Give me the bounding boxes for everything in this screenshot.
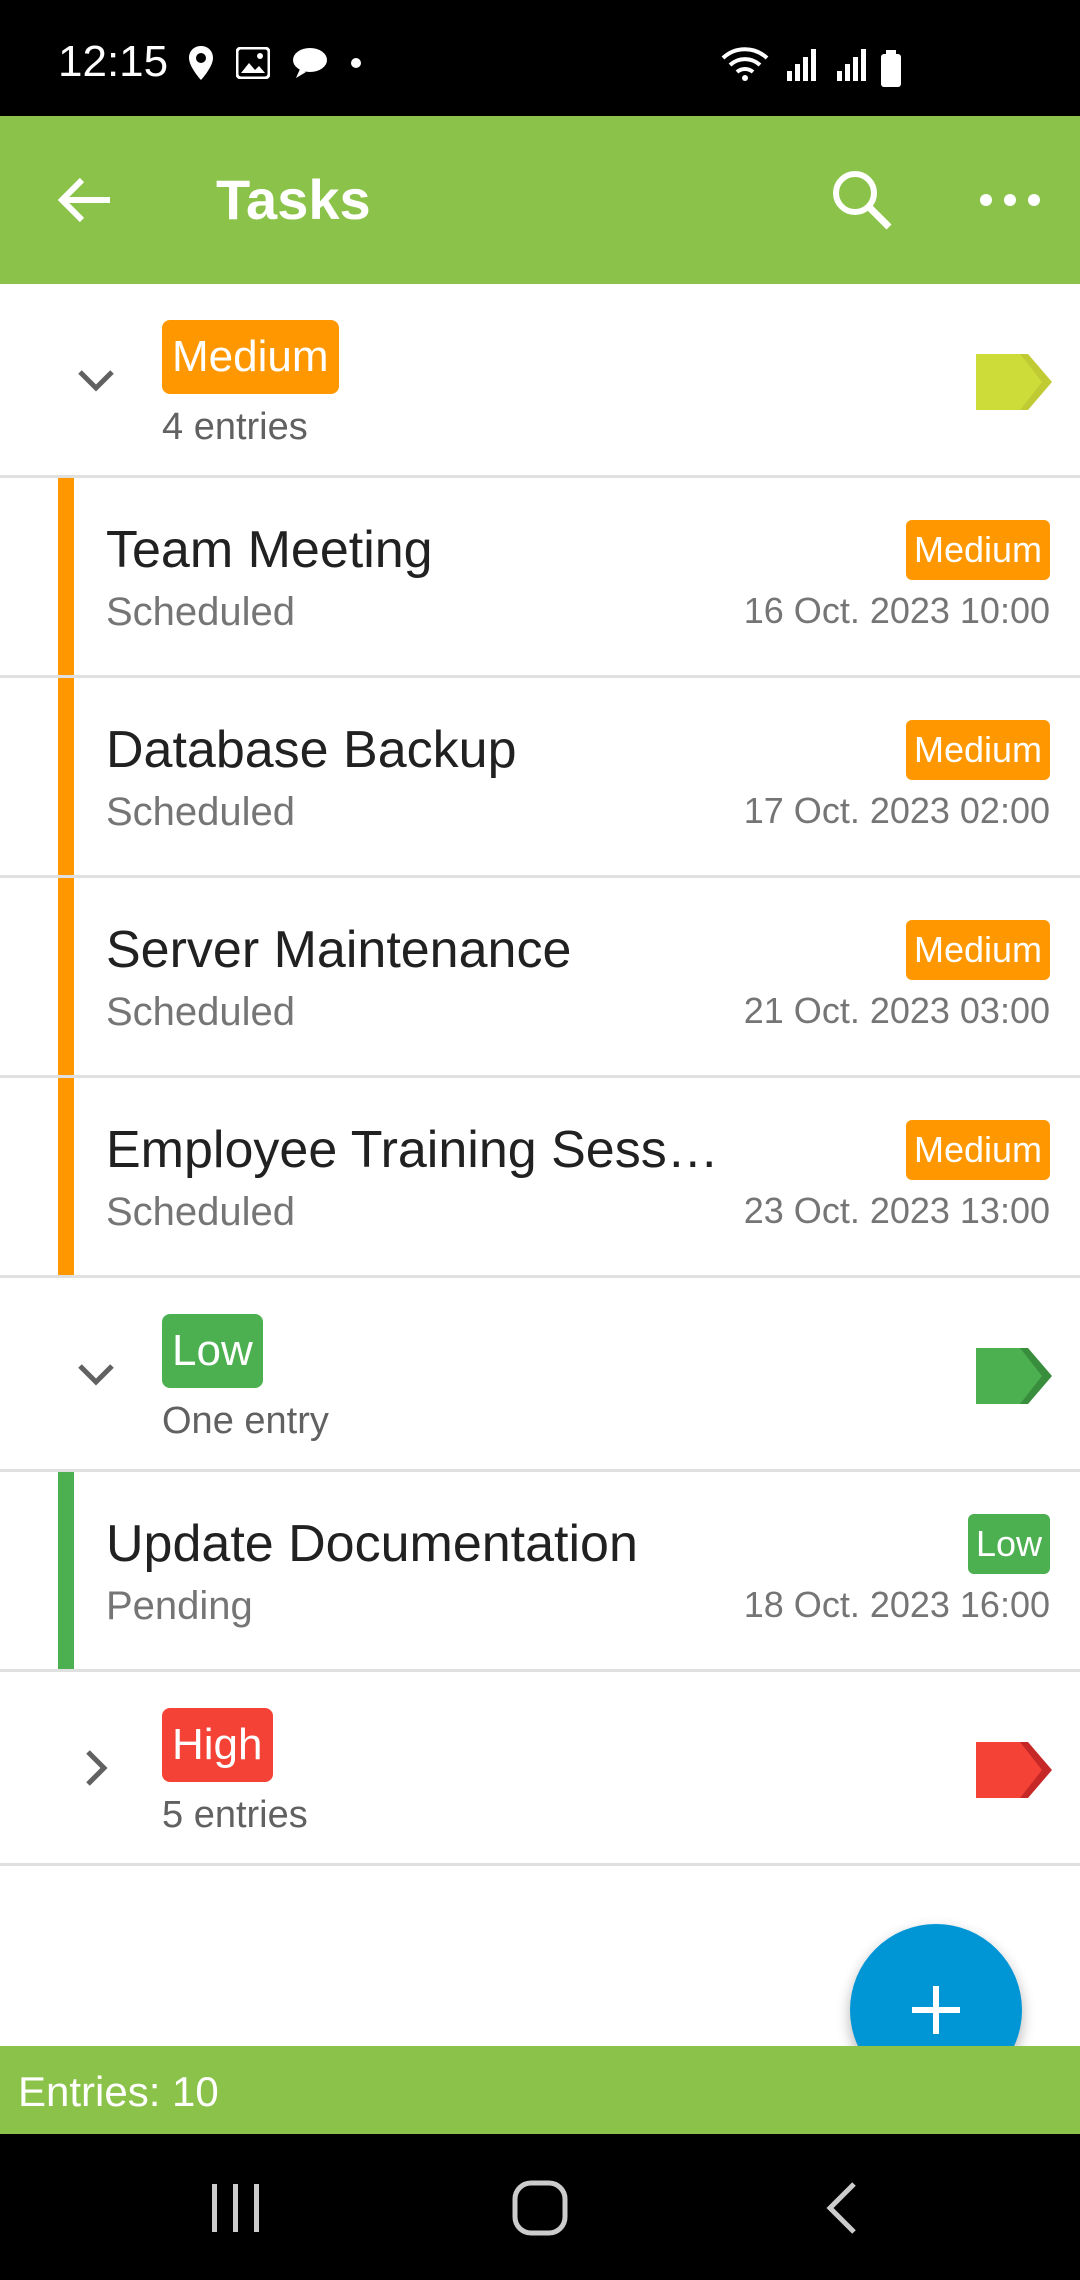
- signal-icon: [787, 49, 816, 81]
- priority-stripe: [58, 478, 74, 675]
- entries-count: Entries: 10: [18, 2068, 219, 2115]
- task-row[interactable]: Team Meeting Scheduled Medium 16 Oct. 20…: [0, 478, 1080, 678]
- task-row[interactable]: Database Backup Scheduled Medium 17 Oct.…: [0, 678, 1080, 878]
- group-badge: Medium: [162, 320, 339, 394]
- gallery-icon: [236, 47, 270, 79]
- chevron-right-icon[interactable]: [70, 1742, 122, 1794]
- task-date: 21 Oct. 2023 03:00: [743, 990, 1050, 1031]
- battery-icon: [881, 50, 901, 87]
- task-status: Scheduled: [106, 790, 296, 834]
- task-row[interactable]: Employee Training Session Scheduled Medi…: [0, 1078, 1080, 1278]
- priority-stripe: [58, 878, 74, 1075]
- task-status: Scheduled: [106, 590, 296, 634]
- task-date: 17 Oct. 2023 02:00: [743, 790, 1050, 831]
- tag-icon: [976, 1742, 1052, 1798]
- task-row[interactable]: Server Maintenance Scheduled Medium 21 O…: [0, 878, 1080, 1078]
- wifi-icon: [721, 47, 769, 81]
- group-header-medium[interactable]: Medium 4 entries: [0, 284, 1080, 478]
- group-count: 4 entries: [162, 406, 308, 448]
- group-count: 5 entries: [162, 1794, 308, 1836]
- tag-icon: [976, 1348, 1052, 1404]
- task-status: Scheduled: [106, 1190, 296, 1234]
- recent-apps-icon[interactable]: [208, 2178, 264, 2238]
- system-back-icon[interactable]: [822, 2178, 862, 2238]
- signal-icon-2: [837, 49, 866, 81]
- task-status: Scheduled: [106, 990, 296, 1034]
- task-title: Database Backup: [106, 721, 517, 779]
- priority-badge: Medium: [905, 720, 1050, 780]
- priority-badge: Medium: [905, 920, 1050, 980]
- chevron-down-icon[interactable]: [70, 354, 122, 406]
- group-count: One entry: [162, 1400, 329, 1442]
- location-icon: [189, 46, 213, 80]
- priority-badge: Medium: [905, 1120, 1050, 1180]
- tag-icon: [976, 354, 1052, 410]
- more-options-icon[interactable]: [976, 166, 1044, 234]
- group-badge: High: [162, 1708, 273, 1782]
- system-nav-bar: [0, 2134, 1080, 2280]
- task-date: 16 Oct. 2023 10:00: [743, 590, 1050, 631]
- priority-stripe: [58, 1078, 74, 1275]
- search-icon[interactable]: [828, 166, 896, 234]
- task-list: Medium 4 entries Team Meeting Scheduled …: [0, 284, 1080, 1866]
- priority-stripe: [58, 678, 74, 875]
- task-title: Update Documentation: [106, 1515, 638, 1573]
- task-title: Server Maintenance: [106, 921, 572, 979]
- app-bar: Tasks: [0, 116, 1080, 284]
- task-date: 23 Oct. 2023 13:00: [743, 1190, 1050, 1231]
- chat-icon: [293, 48, 327, 78]
- status-time: 12:15: [58, 37, 169, 86]
- group-header-high[interactable]: High 5 entries: [0, 1672, 1080, 1866]
- priority-badge: Low: [967, 1514, 1050, 1574]
- group-badge: Low: [162, 1314, 263, 1388]
- task-title: Team Meeting: [106, 521, 433, 579]
- dot-icon: [351, 58, 361, 68]
- back-arrow-icon[interactable]: [52, 168, 116, 232]
- task-row[interactable]: Update Documentation Pending Low 18 Oct.…: [0, 1472, 1080, 1672]
- plus-icon: [912, 1986, 960, 2034]
- priority-badge: Medium: [905, 520, 1050, 580]
- task-date: 18 Oct. 2023 16:00: [743, 1584, 1050, 1625]
- task-status: Pending: [106, 1584, 253, 1628]
- entries-footer: Entries: 10: [0, 2046, 1080, 2134]
- group-header-low[interactable]: Low One entry: [0, 1278, 1080, 1472]
- status-bar: 12:15: [0, 0, 1080, 116]
- priority-stripe: [58, 1472, 74, 1669]
- task-title: Employee Training Session: [106, 1121, 726, 1179]
- home-icon[interactable]: [510, 2178, 570, 2238]
- page-title: Tasks: [216, 168, 371, 231]
- chevron-down-icon[interactable]: [70, 1348, 122, 1400]
